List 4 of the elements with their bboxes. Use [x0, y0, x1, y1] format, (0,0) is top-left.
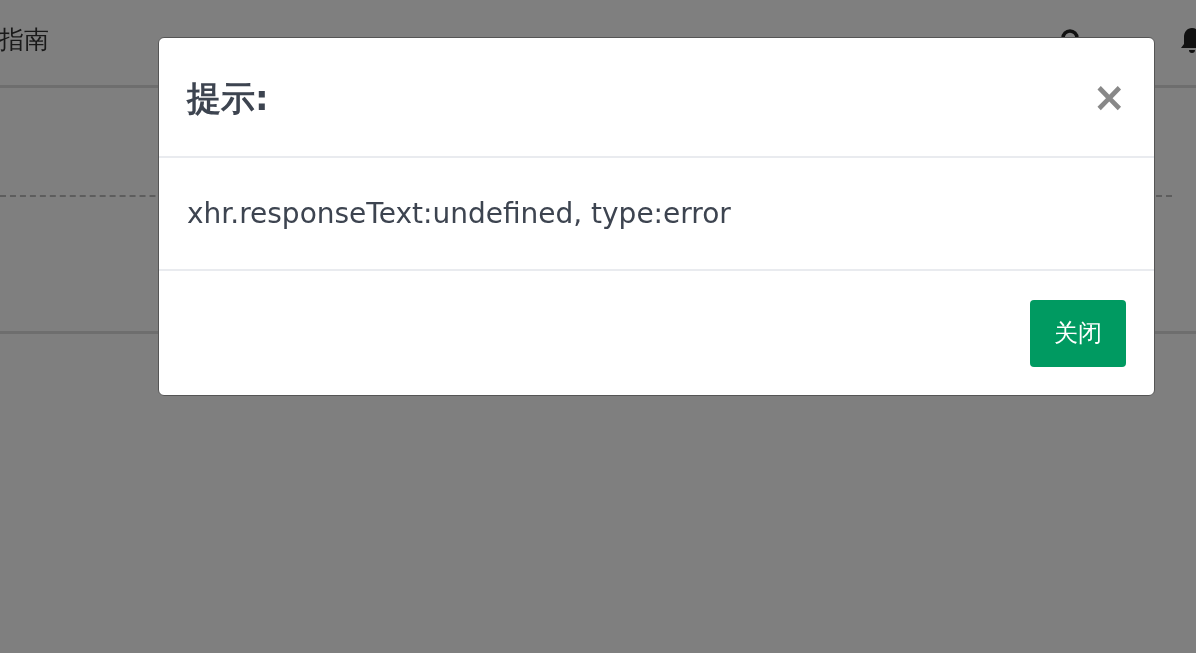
close-dialog-button[interactable]: 关闭	[1030, 299, 1126, 367]
error-message: xhr.responseText:undefined, type:error	[187, 197, 731, 230]
close-button[interactable]: ×	[1092, 77, 1126, 117]
dialog-title: 提示:	[187, 77, 270, 120]
